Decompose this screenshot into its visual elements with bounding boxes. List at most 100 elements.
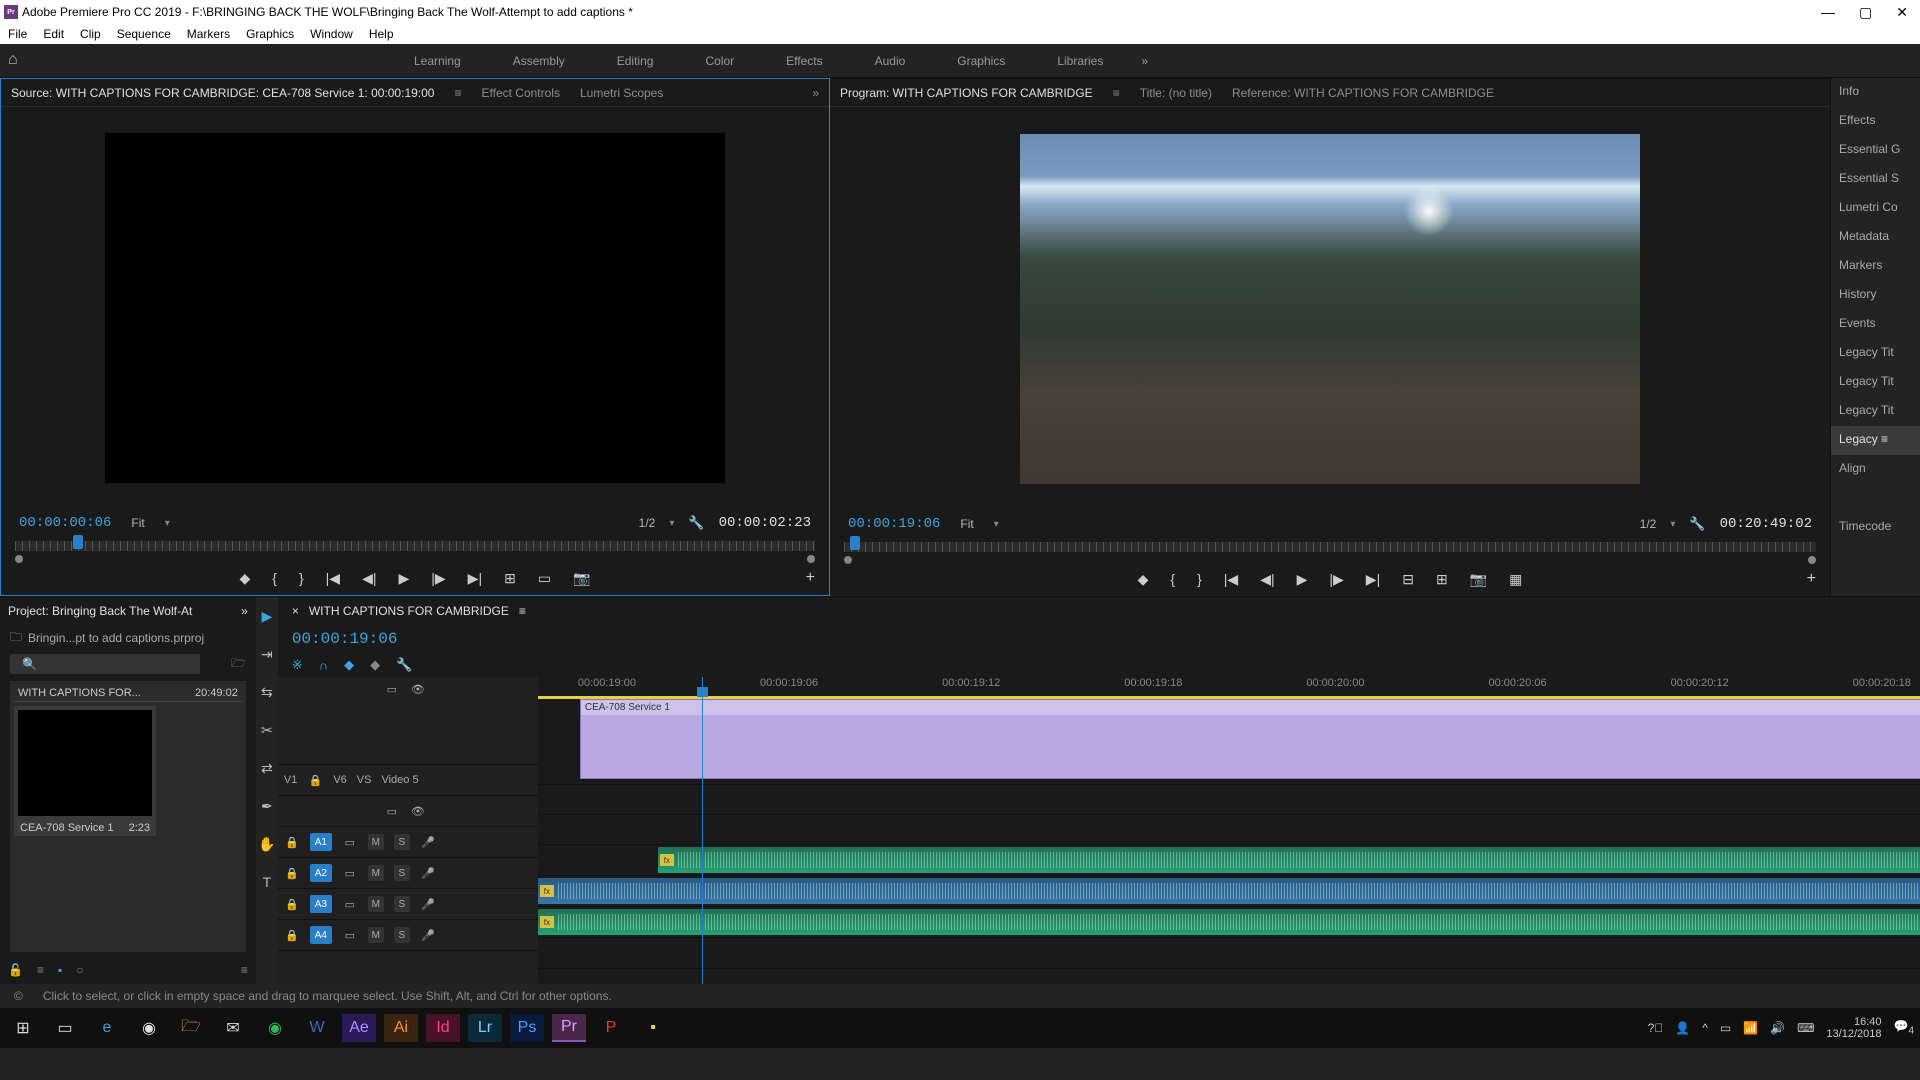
panel-events[interactable]: Events [1831, 310, 1920, 339]
maximize-button[interactable]: ▢ [1859, 4, 1872, 21]
lightroom-icon[interactable]: Lr [468, 1014, 502, 1042]
ws-more-icon[interactable]: » [1129, 54, 1160, 68]
track-header-a2[interactable]: 🔒 A2 ▭ M S 🎤 [278, 858, 538, 889]
voice-over-icon[interactable]: 🎤 [420, 867, 436, 880]
sync-lock-icon[interactable]: ▭ [342, 929, 358, 942]
tab-title[interactable]: Title: (no title) [1140, 86, 1212, 100]
ws-assembly[interactable]: Assembly [487, 54, 591, 68]
lock-icon[interactable]: 🔒 [284, 836, 300, 849]
minimize-button[interactable]: — [1821, 4, 1835, 21]
chevron-down-icon[interactable]: ▾ [994, 519, 999, 530]
menu-file[interactable]: File [8, 27, 27, 41]
list-view-icon[interactable]: ≡ [37, 963, 44, 977]
lock-icon[interactable]: 🔓 [8, 963, 23, 977]
solo-button[interactable]: S [394, 865, 410, 881]
wifi-icon[interactable]: 📶 [1743, 1021, 1758, 1035]
lock-icon[interactable]: 🔒 [284, 898, 300, 911]
menu-help[interactable]: Help [369, 27, 394, 41]
panel-metadata[interactable]: Metadata [1831, 223, 1920, 252]
solo-button[interactable]: S [394, 896, 410, 912]
export-frame-icon[interactable]: 📷 [1470, 571, 1487, 588]
chrome-icon[interactable]: ◉ [132, 1014, 166, 1042]
notifications-icon[interactable]: 💬4 [1893, 1019, 1914, 1036]
program-timecode-in[interactable]: 00:00:19:06 [848, 516, 940, 532]
sync-lock-icon[interactable]: ▭ [342, 836, 358, 849]
volume-icon[interactable]: 🔊 [1770, 1021, 1785, 1035]
people-icon[interactable]: 👤 [1675, 1021, 1690, 1035]
timeline-marker-icon[interactable]: ◆ [370, 657, 380, 673]
task-view-icon[interactable]: ▭ [48, 1014, 82, 1042]
audio-clip-a3[interactable]: fx [538, 909, 1920, 935]
new-bin-icon[interactable]: 🗁 [231, 654, 246, 675]
solo-button[interactable]: S [394, 834, 410, 850]
panel-effects[interactable]: Effects [1831, 107, 1920, 136]
sync-lock-icon[interactable]: ▭ [342, 898, 358, 911]
menu-window[interactable]: Window [310, 27, 353, 41]
timeline-content[interactable]: 00:00:19:00 00:00:19:06 00:00:19:12 00:0… [538, 677, 1920, 984]
track-header-a4[interactable]: 🔒 A4 ▭ M S 🎤 [278, 920, 538, 951]
voice-over-icon[interactable]: 🎤 [420, 929, 436, 942]
tab-source[interactable]: Source: WITH CAPTIONS FOR CAMBRIDGE: CEA… [11, 86, 434, 100]
after-effects-icon[interactable]: Ae [342, 1014, 376, 1042]
lock-icon[interactable]: 🔒 [307, 774, 323, 787]
timeline-menu-icon[interactable]: ≡ [519, 604, 526, 618]
indesign-icon[interactable]: Id [426, 1014, 460, 1042]
track-header-caption[interactable]: ▭ 👁 [278, 677, 538, 765]
program-monitor[interactable] [830, 107, 1830, 510]
timeline-timecode[interactable]: 00:00:19:06 [292, 630, 398, 648]
premiere-icon[interactable]: Pr [552, 1014, 586, 1042]
sequence-name[interactable]: WITH CAPTIONS FOR CAMBRIDGE [309, 604, 509, 618]
photoshop-icon[interactable]: Ps [510, 1014, 544, 1042]
mute-button[interactable]: M [368, 927, 384, 943]
tab-effect-controls[interactable]: Effect Controls [481, 86, 559, 100]
mark-out-icon[interactable]: } [299, 570, 304, 586]
menu-markers[interactable]: Markers [187, 27, 230, 41]
go-to-out-icon[interactable]: ▶| [1366, 571, 1380, 588]
ws-graphics[interactable]: Graphics [931, 54, 1031, 68]
source-resolution[interactable]: 1/2 [639, 516, 656, 530]
lock-icon[interactable]: 🔒 [284, 929, 300, 942]
panel-legacy-active[interactable]: Legacy ≡ [1831, 426, 1920, 455]
track-select-tool-icon[interactable]: ⇥ [256, 643, 278, 665]
razor-tool-icon[interactable]: ✂ [256, 719, 278, 741]
audio-clip-a1[interactable]: fx [658, 847, 1920, 873]
panel-markers[interactable]: Markers [1831, 252, 1920, 281]
overwrite-icon[interactable]: ▭ [538, 570, 551, 587]
chevron-down-icon[interactable]: ▾ [1670, 519, 1675, 530]
insert-icon[interactable]: ⊞ [504, 570, 516, 587]
sort-icon[interactable]: ≡ [241, 963, 248, 977]
go-to-in-icon[interactable]: |◀ [1224, 571, 1238, 588]
panel-timecode[interactable]: Timecode [1831, 513, 1920, 542]
panel-lumetri-color[interactable]: Lumetri Co [1831, 194, 1920, 223]
panel-legacy-title-1[interactable]: Legacy Tit [1831, 339, 1920, 368]
explorer-icon[interactable]: 🗁 [174, 1014, 208, 1042]
close-button[interactable]: ✕ [1896, 4, 1908, 21]
slip-tool-icon[interactable]: ⇄ [256, 757, 278, 779]
play-icon[interactable]: ▶ [1297, 571, 1308, 588]
source-tab-menu-icon[interactable]: ≡ [454, 86, 461, 100]
language-icon[interactable]: ⌨ [1797, 1021, 1814, 1035]
chevron-down-icon[interactable]: ▾ [165, 518, 170, 529]
caption-clip[interactable]: CEA-708 Service 1 [580, 699, 1920, 779]
source-timecode-in[interactable]: 00:00:00:06 [19, 515, 111, 531]
panel-align[interactable]: Align [1831, 455, 1920, 484]
source-scrub-bar[interactable] [15, 537, 815, 561]
timeline-playhead[interactable] [702, 677, 703, 984]
track-header-v-gap[interactable]: ▭ 👁 [278, 796, 538, 827]
lock-icon[interactable]: 🔒 [284, 867, 300, 880]
timeline-ruler[interactable]: 00:00:19:00 00:00:19:06 00:00:19:12 00:0… [538, 677, 1920, 697]
tray-expand-icon[interactable]: ^ [1702, 1021, 1708, 1035]
play-icon[interactable]: ▶ [398, 570, 409, 587]
tab-reference[interactable]: Reference: WITH CAPTIONS FOR CAMBRIDGE [1232, 86, 1494, 100]
project-search-input[interactable] [10, 654, 200, 674]
program-zoom[interactable]: Fit [954, 517, 979, 531]
close-tab-icon[interactable]: × [292, 604, 299, 618]
step-back-icon[interactable]: ◀| [1260, 571, 1274, 588]
voice-over-icon[interactable]: 🎤 [420, 836, 436, 849]
home-icon[interactable]: ⌂ [8, 51, 28, 71]
battery-icon[interactable]: ▭ [1720, 1021, 1731, 1035]
step-forward-icon[interactable]: |▶ [431, 570, 445, 587]
ws-editing[interactable]: Editing [591, 54, 680, 68]
source-playhead[interactable] [73, 535, 83, 549]
track-header-v1[interactable]: V1 🔒 V6 VS Video 5 [278, 765, 538, 796]
